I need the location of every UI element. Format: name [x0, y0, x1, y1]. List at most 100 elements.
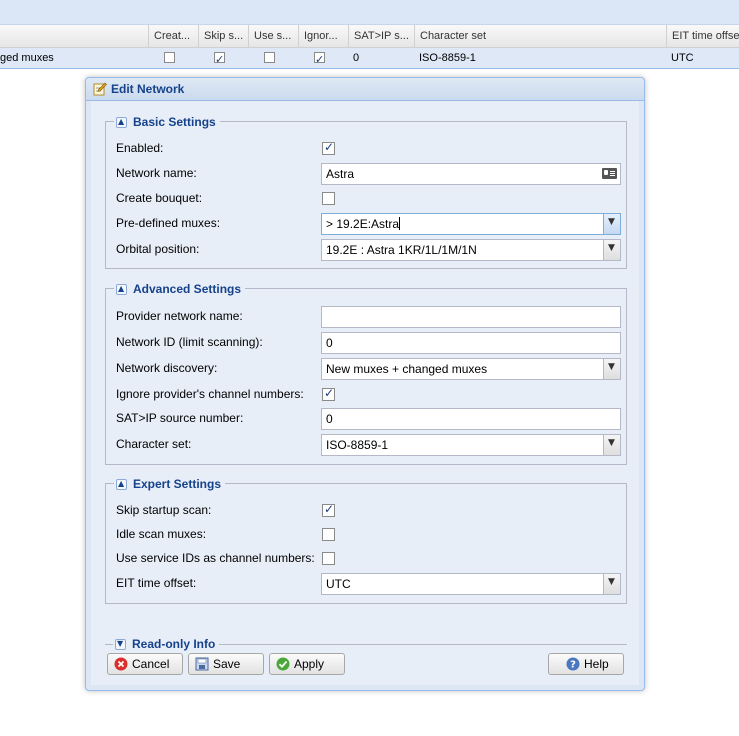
- save-label: Save: [213, 657, 241, 671]
- idle-scan-checkbox[interactable]: [322, 528, 335, 541]
- create-bouquet-label: Create bouquet:: [116, 191, 203, 205]
- orbital-position-combo[interactable]: 19.2E : Astra 1KR/1L/1M/1N ▼: [321, 239, 621, 261]
- skip-startup-label: Skip startup scan:: [116, 503, 212, 517]
- character-set-combo[interactable]: ISO-8859-1 ▼: [321, 434, 621, 456]
- network-discovery-row: Network discovery: New muxes + changed m…: [116, 358, 621, 380]
- orbital-position-value: 19.2E : Astra 1KR/1L/1M/1N: [326, 243, 477, 257]
- use-service-ids-checkbox[interactable]: [322, 552, 335, 565]
- row-create-bouquet[interactable]: [148, 48, 198, 68]
- network-discovery-combo[interactable]: New muxes + changed muxes ▼: [321, 358, 621, 380]
- create-bouquet-row: Create bouquet:: [116, 188, 621, 210]
- idle-scan-label: Idle scan muxes:: [116, 527, 207, 541]
- grid-header: Creat... Skip s... Use s... Ignor... SAT…: [0, 25, 739, 48]
- col-skip-startup[interactable]: Skip s...: [198, 25, 248, 47]
- dropdown-arrow-icon[interactable]: ▼: [603, 359, 620, 379]
- satip-source-field[interactable]: 0: [321, 408, 621, 430]
- network-name-field[interactable]: Astra: [321, 163, 621, 185]
- help-icon: ?: [566, 657, 580, 671]
- use-service-ids-row: Use service IDs as channel numbers:: [116, 548, 621, 570]
- network-name-label: Network name:: [116, 166, 197, 180]
- expand-icon[interactable]: ▼: [115, 639, 126, 650]
- enabled-label: Enabled:: [116, 141, 164, 155]
- row-ignore-numbers[interactable]: [298, 48, 348, 68]
- orbital-position-label: Orbital position:: [116, 242, 200, 256]
- row-eit-offset: UTC: [671, 52, 694, 64]
- collapse-icon[interactable]: ▲: [116, 117, 127, 128]
- collapse-icon[interactable]: ▲: [116, 284, 127, 295]
- dropdown-arrow-icon[interactable]: ▼: [603, 574, 620, 594]
- collapse-icon[interactable]: ▲: [116, 479, 127, 490]
- col-ignore-numbers[interactable]: Ignor...: [298, 25, 348, 47]
- advanced-settings-legend[interactable]: ▲ Advanced Settings: [114, 280, 246, 298]
- readonly-info-fieldset: ▼ Read-only Info: [105, 634, 627, 654]
- col-use-service-ids[interactable]: Use s...: [248, 25, 298, 47]
- provider-name-field[interactable]: [321, 306, 621, 328]
- network-discovery-label: Network discovery:: [116, 361, 218, 375]
- row-use-service-ids[interactable]: [248, 48, 298, 68]
- col-satip-source[interactable]: SAT>IP s...: [348, 25, 414, 47]
- network-id-value: 0: [326, 336, 333, 350]
- apply-button[interactable]: Apply: [269, 653, 345, 675]
- eit-offset-label: EIT time offset:: [116, 576, 197, 590]
- network-discovery-value: New muxes + changed muxes: [326, 362, 488, 376]
- network-id-label: Network ID (limit scanning):: [116, 335, 263, 349]
- provider-name-label: Provider network name:: [116, 309, 243, 323]
- predefined-muxes-combo[interactable]: > 19.2E:Astra ▼: [321, 213, 621, 235]
- apply-label: Apply: [294, 657, 325, 671]
- network-name-value: Astra: [326, 167, 355, 181]
- network-name-row: Network name: Astra: [116, 163, 621, 185]
- satip-source-value: 0: [326, 412, 333, 426]
- readonly-info-legend[interactable]: ▼ Read-only Info: [113, 635, 220, 653]
- col-eit-offset[interactable]: EIT time offset: [666, 25, 739, 47]
- skip-startup-row: Skip startup scan:: [116, 500, 621, 522]
- save-button[interactable]: Save: [188, 653, 264, 675]
- row-satip-source: 0: [353, 52, 360, 64]
- cancel-icon: [114, 657, 128, 671]
- dropdown-arrow-icon[interactable]: ▼: [603, 435, 620, 455]
- top-toolbar: [0, 0, 739, 25]
- checkbox[interactable]: [164, 52, 175, 63]
- create-bouquet-checkbox[interactable]: [322, 192, 335, 205]
- cancel-button[interactable]: Cancel: [107, 653, 183, 675]
- checkbox[interactable]: [264, 52, 275, 63]
- checkbox-checked[interactable]: [314, 50, 325, 68]
- card-icon[interactable]: [602, 168, 617, 179]
- satip-source-row: SAT>IP source number: 0: [116, 408, 621, 430]
- basic-settings-legend[interactable]: ▲ Basic Settings: [114, 113, 220, 131]
- row-character-set: ISO-8859-1: [419, 52, 476, 64]
- eit-offset-combo[interactable]: UTC ▼: [321, 573, 621, 595]
- ignore-channel-numbers-checkbox[interactable]: [322, 386, 335, 401]
- basic-settings-title: Basic Settings: [133, 115, 216, 129]
- dropdown-arrow-icon[interactable]: ▼: [603, 214, 620, 234]
- character-set-row: Character set: ISO-8859-1 ▼: [116, 434, 621, 456]
- expert-settings-title: Expert Settings: [133, 477, 222, 491]
- row-skip-startup[interactable]: [198, 48, 248, 68]
- ignore-channel-numbers-label: Ignore provider's channel numbers:: [116, 387, 304, 401]
- edit-network-icon: [93, 82, 107, 96]
- predefined-muxes-label: Pre-defined muxes:: [116, 216, 221, 230]
- network-id-field[interactable]: 0: [321, 332, 621, 354]
- checkbox-checked[interactable]: [214, 50, 225, 68]
- col-character-set[interactable]: Character set: [414, 25, 666, 47]
- table-row[interactable]: ged muxes 0 ISO-8859-1 UTC: [0, 48, 739, 69]
- skip-startup-checkbox[interactable]: [322, 502, 335, 517]
- window-title-bar[interactable]: Edit Network: [86, 78, 644, 101]
- dropdown-arrow-icon[interactable]: ▼: [603, 240, 620, 260]
- orbital-position-row: Orbital position: 19.2E : Astra 1KR/1L/1…: [116, 239, 621, 261]
- expert-settings-legend[interactable]: ▲ Expert Settings: [114, 475, 226, 493]
- enabled-checkbox[interactable]: [322, 140, 335, 155]
- readonly-info-title: Read-only Info: [132, 637, 216, 651]
- text-caret: [399, 217, 401, 230]
- ignore-channel-numbers-row: Ignore provider's channel numbers:: [116, 384, 621, 406]
- eit-offset-row: EIT time offset: UTC ▼: [116, 573, 621, 595]
- character-set-label: Character set:: [116, 437, 192, 451]
- advanced-settings-fieldset: ▲ Advanced Settings Provider network name…: [105, 280, 627, 465]
- col-create-bouquet[interactable]: Creat...: [148, 25, 198, 47]
- window-body: ▲ Basic Settings Enabled: Network name: A…: [91, 101, 639, 685]
- predefined-muxes-value: > 19.2E:Astra: [326, 217, 401, 231]
- predefined-muxes-row: Pre-defined muxes: > 19.2E:Astra ▼: [116, 213, 621, 235]
- idle-scan-row: Idle scan muxes:: [116, 524, 621, 546]
- help-button[interactable]: ? Help: [548, 653, 624, 675]
- network-id-row: Network ID (limit scanning): 0: [116, 332, 621, 354]
- eit-offset-value: UTC: [326, 577, 351, 591]
